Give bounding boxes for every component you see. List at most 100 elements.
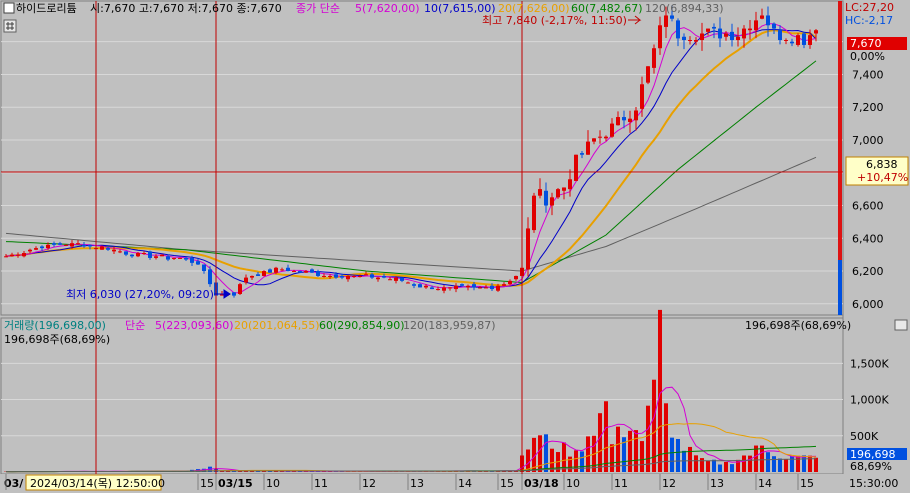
price-tick-label: 6,600 xyxy=(852,200,884,213)
candle-body xyxy=(700,33,704,41)
candle-body xyxy=(460,284,464,286)
candle-body xyxy=(328,275,332,277)
volume-bar xyxy=(724,461,728,472)
lc-label: LC:27,20 xyxy=(845,1,894,14)
candle-body xyxy=(490,285,494,290)
volume-tick-label: 500K xyxy=(850,430,879,443)
candle-body xyxy=(256,274,260,276)
candle-body xyxy=(124,251,128,255)
price-tick-label: 6,200 xyxy=(852,265,884,278)
volume-current: 196,698주(68,69%) xyxy=(4,333,110,346)
volume-bar xyxy=(730,464,734,472)
candle-body xyxy=(784,40,788,42)
volume-ma-type: 단순 xyxy=(125,319,145,332)
candle-body xyxy=(238,284,242,294)
price-tick-label: 7,200 xyxy=(852,101,884,114)
volume-bar xyxy=(706,460,710,472)
time-tick-label: 15 xyxy=(800,477,814,490)
candle-body xyxy=(532,195,536,231)
volume-bar xyxy=(778,458,782,472)
candle-body xyxy=(148,251,152,258)
crosshair-price: 6,838 xyxy=(866,158,898,171)
candle-body xyxy=(382,275,386,278)
candle-body xyxy=(334,274,338,278)
time-tick-label: 03/15 xyxy=(218,477,253,490)
time-tick-label: 03/ xyxy=(4,477,24,490)
candle-body xyxy=(406,282,410,284)
stock-chart[interactable]: 6,0006,2006,4006,6006,8007,0007,2007,400… xyxy=(0,0,910,493)
candle-body xyxy=(358,275,362,277)
candle-body xyxy=(412,284,416,286)
candle-body xyxy=(208,269,212,285)
candle-body xyxy=(22,253,26,257)
candle-body xyxy=(292,271,296,273)
ma5-label: 5(7,620,00) xyxy=(355,2,420,15)
candle-body xyxy=(694,40,698,42)
candle-body xyxy=(34,248,38,250)
candle-body xyxy=(118,251,122,253)
volume-bar xyxy=(658,309,662,472)
candle-body xyxy=(340,275,344,278)
candle-body xyxy=(610,123,614,137)
candle-body xyxy=(364,274,368,276)
volume-bar xyxy=(772,456,776,472)
range-bar-down xyxy=(838,260,842,315)
volume-bar xyxy=(652,379,656,472)
candle-body xyxy=(478,287,482,289)
volume-bar xyxy=(700,458,704,472)
candle-body xyxy=(370,274,374,278)
time-tick-label: 13 xyxy=(710,477,724,490)
candle-body xyxy=(484,287,488,289)
candle-body xyxy=(172,257,176,259)
candle-body xyxy=(430,287,434,290)
candle-body xyxy=(586,141,590,155)
candle-body xyxy=(556,189,560,198)
grid-toggle-icon[interactable] xyxy=(3,19,17,33)
candle-body xyxy=(568,179,572,190)
volume-tick-label: 1,500K xyxy=(850,357,889,370)
time-tick-label: 15 xyxy=(500,477,514,490)
candle-body xyxy=(652,48,656,68)
time-tick-label: 11 xyxy=(614,477,628,490)
volume-bar xyxy=(634,430,638,472)
candle-body xyxy=(448,287,452,289)
candle-body xyxy=(796,35,800,45)
candle-body xyxy=(496,285,500,291)
price-tick-label: 7,000 xyxy=(852,134,884,147)
volume-bar xyxy=(604,401,608,472)
candle-body xyxy=(748,28,752,31)
candle-body xyxy=(262,271,266,276)
candle-body xyxy=(808,35,812,45)
candle-body xyxy=(472,284,476,288)
candle-body xyxy=(670,15,674,19)
volume-bar xyxy=(766,452,770,472)
candle-body xyxy=(508,280,512,285)
time-tag: 15:30:00 xyxy=(849,477,898,490)
volume-panel-toggle-icon[interactable] xyxy=(894,319,908,331)
candle-body xyxy=(160,254,164,257)
high-label: 최고 7,840 (-2,17%, 11:50) xyxy=(482,14,627,27)
candle-body xyxy=(244,277,248,283)
candle-body xyxy=(712,26,716,29)
candle-body xyxy=(502,284,506,286)
volume-bar xyxy=(616,426,620,472)
candle-body xyxy=(106,248,110,250)
time-tick-label: 10 xyxy=(266,477,280,490)
volume-bar xyxy=(694,455,698,472)
candle-body xyxy=(232,292,236,296)
volume-current-right: 196,698주(68,69%) xyxy=(745,319,851,332)
volume-bar xyxy=(712,459,716,472)
time-tick-label: 14 xyxy=(758,477,772,490)
candle-body xyxy=(724,33,728,37)
volume-bar xyxy=(676,438,680,472)
ohlc-values: 시:7,670 고:7,670 저:7,670 종:7,670 xyxy=(90,2,282,15)
candle-body xyxy=(550,197,554,206)
volume-bar xyxy=(688,446,692,472)
time-tick-label: 13 xyxy=(410,477,424,490)
candle-body xyxy=(4,256,8,258)
candle-body xyxy=(646,66,650,83)
price-tick-label: 7,400 xyxy=(852,68,884,81)
candle-body xyxy=(562,187,566,191)
candle-body xyxy=(196,261,200,265)
price-panel-bg xyxy=(0,0,844,316)
